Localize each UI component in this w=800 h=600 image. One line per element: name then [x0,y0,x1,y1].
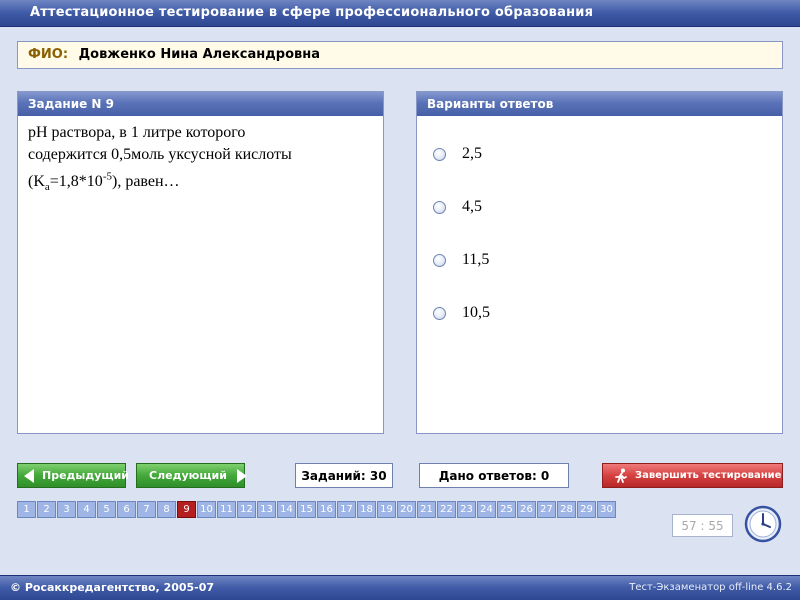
finish-label: Завершить тестирование [635,470,782,481]
page-number-26[interactable]: 26 [517,501,536,518]
footer-bar: © Росаккредагентство, 2005-07 Тест-Экзам… [0,575,800,600]
page-number-18[interactable]: 18 [357,501,376,518]
question-line-2: содержится 0,5моль уксусной кислоты [28,146,292,163]
answers-panel: Варианты ответов 2,5 4,5 11,5 10,5 [416,91,783,434]
task-header: Задание N 9 [18,92,383,116]
page-number-7[interactable]: 7 [137,501,156,518]
next-button[interactable]: Следующий [136,463,247,488]
tasks-count: Заданий: 30 [295,463,393,488]
question-line-3: (Ka=1,8*10-5), равен… [28,171,180,194]
page-number-14[interactable]: 14 [277,501,296,518]
app-title: Аттестационное тестирование в сфере проф… [30,5,594,20]
answer-option-4[interactable]: 10,5 [433,303,490,323]
answer-option-1[interactable]: 2,5 [433,144,482,164]
page-number-22[interactable]: 22 [437,501,456,518]
answer-label: 2,5 [462,145,482,162]
page-number-19[interactable]: 19 [377,501,396,518]
arrow-right-icon [236,468,247,483]
finish-test-button[interactable]: Завершить тестирование [602,463,783,488]
question-pager: 1 2 3 4 5 6 7 8 9 10 11 12 13 14 15 16 17 18 19 20 21 22 23 24 2… [17,501,617,518]
page-number-5[interactable]: 5 [97,501,116,518]
answer-label: 11,5 [462,251,490,268]
page-number-12[interactable]: 12 [237,501,256,518]
page-number-17[interactable]: 17 [337,501,356,518]
page-number-23[interactable]: 23 [457,501,476,518]
footer-version: Тест-Экзаменатор off-line 4.6.2 [629,582,792,593]
fio-label: ФИО: [28,47,69,62]
title-bar: Аттестационное тестирование в сфере проф… [0,0,800,27]
answer-option-3[interactable]: 11,5 [433,250,489,270]
page-number-8[interactable]: 8 [157,501,176,518]
page-number-6[interactable]: 6 [117,501,136,518]
arrow-left-icon [24,468,34,483]
page-number-21[interactable]: 21 [417,501,436,518]
page-number-13[interactable]: 13 [257,501,276,518]
footer-copyright: © Росаккредагентство, 2005-07 [10,581,215,594]
prev-label: Предыдущий [42,469,130,482]
page-number-27[interactable]: 27 [537,501,556,518]
task-panel: Задание N 9 pH раствора, в 1 литре котор… [17,91,384,434]
page-number-30[interactable]: 30 [597,501,616,518]
page-number-15[interactable]: 15 [297,501,316,518]
answer-label: 10,5 [462,304,490,321]
page-number-25[interactable]: 25 [497,501,516,518]
clock-icon [744,505,782,543]
next-label: Следующий [149,469,227,482]
question-text: pH раствора, в 1 литре которого содержит… [18,116,383,205]
answers-given-count: Дано ответов: 0 [419,463,569,488]
page-number-20[interactable]: 20 [397,501,416,518]
page-number-16[interactable]: 16 [317,501,336,518]
page-number-11[interactable]: 11 [217,501,236,518]
page-number-28[interactable]: 28 [557,501,576,518]
radio-button[interactable] [433,253,446,267]
page-number-9[interactable]: 9 [177,501,196,518]
fio-name: Довженко Нина Александровна [78,47,320,62]
page-number-4[interactable]: 4 [77,501,96,518]
page-number-10[interactable]: 10 [197,501,216,518]
answers-header: Варианты ответов [417,92,782,116]
radio-button[interactable] [433,306,446,320]
fio-box: ФИО: Довженко Нина Александровна [17,41,783,69]
radio-button[interactable] [433,200,446,214]
page-number-24[interactable]: 24 [477,501,496,518]
page-number-1[interactable]: 1 [17,501,36,518]
page-number-3[interactable]: 3 [57,501,76,518]
page-number-2[interactable]: 2 [37,501,56,518]
page-number-29[interactable]: 29 [577,501,596,518]
radio-button[interactable] [433,147,446,161]
answer-label: 4,5 [462,198,482,215]
prev-button[interactable]: Предыдущий [17,463,130,488]
question-line-1: pH раствора, в 1 литре которого [28,124,246,141]
timer-display: 57 : 55 [672,514,733,537]
answer-option-2[interactable]: 4,5 [433,197,482,217]
running-man-icon [615,468,627,483]
